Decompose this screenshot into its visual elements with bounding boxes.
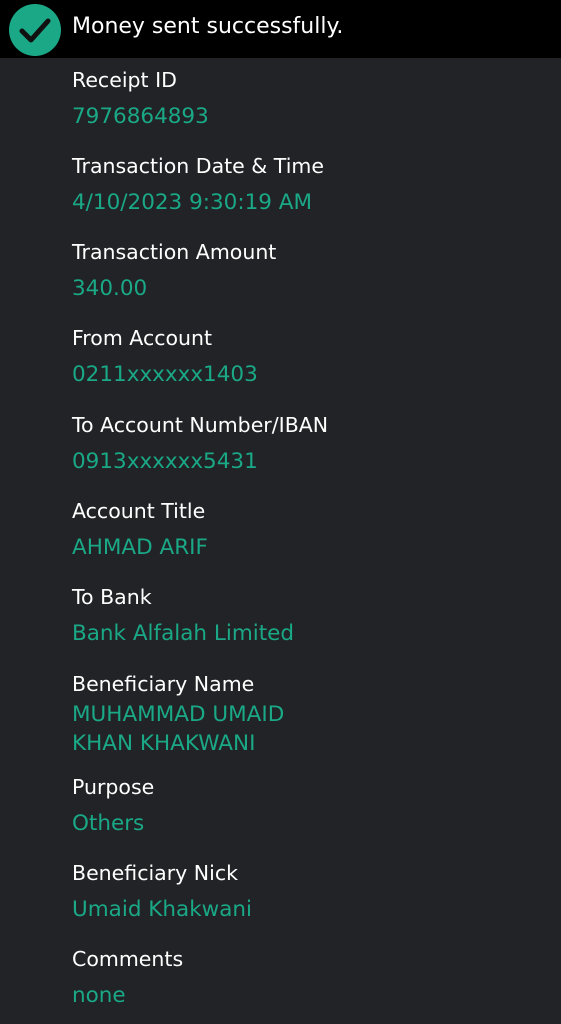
beneficiary-name-field: Beneficiary Name MUHAMMAD UMAID KHAN KHA… xyxy=(72,671,542,758)
comments-value: none xyxy=(72,983,126,1008)
beneficiary-nick-value: Umaid Khakwani xyxy=(72,897,253,922)
success-message: Money sent successfully. xyxy=(72,14,344,39)
purpose-value: Others xyxy=(72,811,145,836)
date-time-value: 4/10/2023 9:30:19 AM xyxy=(72,190,313,215)
account-title-field: Account Title AHMAD ARIF xyxy=(72,498,542,562)
account-title-value: AHMAD ARIF xyxy=(72,535,208,560)
success-banner: Money sent successfully. xyxy=(0,0,561,58)
amount-field: Transaction Amount 340.00 xyxy=(72,239,542,303)
beneficiary-name-label: Beneficiary Name xyxy=(72,672,255,696)
to-account-label: To Account Number/IBAN xyxy=(72,413,329,437)
receipt-id-label: Receipt ID xyxy=(72,68,177,92)
amount-label: Transaction Amount xyxy=(72,240,277,264)
date-time-label: Transaction Date & Time xyxy=(72,154,324,178)
beneficiary-nick-field: Beneficiary Nick Umaid Khakwani xyxy=(72,860,542,924)
amount-value: 340.00 xyxy=(72,276,148,301)
purpose-label: Purpose xyxy=(72,775,155,799)
receipt-id-value: 7976864893 xyxy=(72,104,209,129)
to-bank-label: To Bank xyxy=(72,585,152,609)
purpose-field: Purpose Others xyxy=(72,774,542,838)
comments-label: Comments xyxy=(72,947,184,971)
account-title-label: Account Title xyxy=(72,499,206,523)
check-circle-icon xyxy=(9,4,61,56)
to-bank-value: Bank Alfalah Limited xyxy=(72,621,295,646)
from-account-label: From Account xyxy=(72,326,213,350)
from-account-field: From Account 0211xxxxxx1403 xyxy=(72,325,542,389)
to-account-value: 0913xxxxxx5431 xyxy=(72,449,258,474)
to-bank-field: To Bank Bank Alfalah Limited xyxy=(72,584,542,648)
beneficiary-nick-label: Beneficiary Nick xyxy=(72,861,238,885)
comments-field: Comments none xyxy=(72,946,542,1010)
to-account-field: To Account Number/IBAN 0913xxxxxx5431 xyxy=(72,412,542,476)
beneficiary-name-value: MUHAMMAD UMAID KHAN KHAKWANI xyxy=(72,702,285,756)
date-time-field: Transaction Date & Time 4/10/2023 9:30:1… xyxy=(72,153,542,217)
from-account-value: 0211xxxxxx1403 xyxy=(72,362,258,387)
receipt-id-field: Receipt ID 7976864893 xyxy=(72,67,542,131)
